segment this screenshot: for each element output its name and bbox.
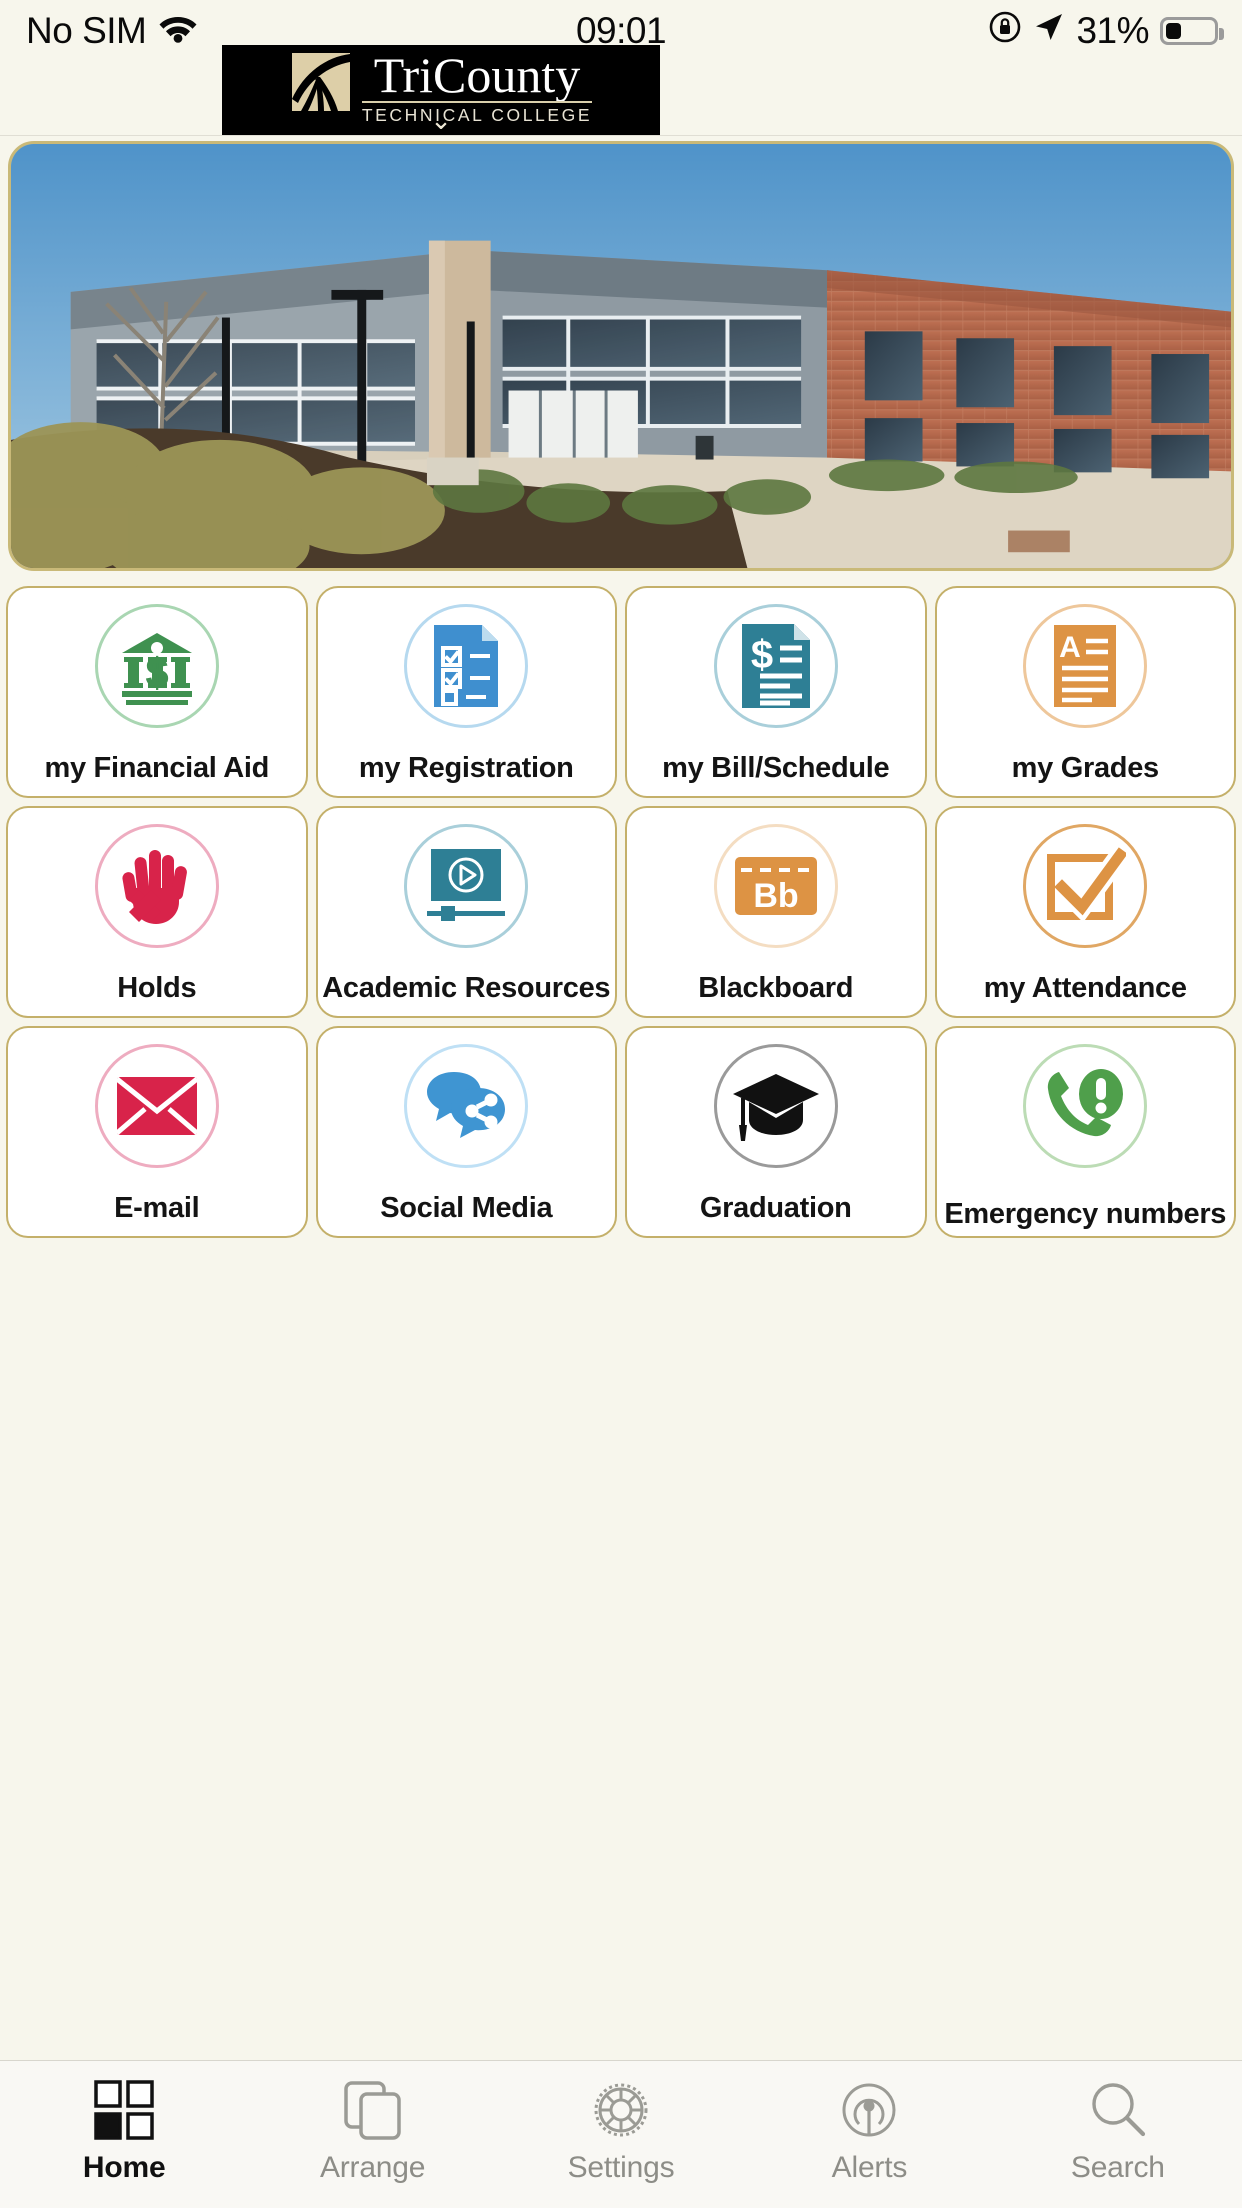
app-tile-grid: $ my Financial Aid my Registration $ my …: [6, 586, 1236, 1238]
tile-my-grades[interactable]: A my Grades: [934, 586, 1236, 798]
icon-ring: [404, 1044, 529, 1168]
svg-text:Bb: Bb: [753, 877, 798, 915]
tile-label: my Attendance: [983, 972, 1187, 1005]
tile-graduation[interactable]: Graduation: [625, 1026, 927, 1238]
tab-settings[interactable]: Settings: [497, 2061, 745, 2185]
tile-label: my Registration: [358, 752, 574, 785]
tile-label: Emergency numbers: [944, 1198, 1227, 1231]
tab-label: Settings: [567, 2151, 675, 2184]
tab-search[interactable]: Search: [994, 2061, 1242, 2185]
tile-label: Blackboard: [698, 972, 854, 1005]
tricounty-swoosh-icon: [290, 51, 352, 113]
tile-label: Holds: [117, 972, 197, 1005]
header-divider: [0, 135, 1242, 136]
icon-ring: A: [1023, 604, 1148, 728]
tab-home[interactable]: Home: [0, 2061, 248, 2185]
tile-label: Social Media: [380, 1192, 553, 1225]
tile-my-registration[interactable]: my Registration: [315, 586, 617, 798]
tile-label: my Financial Aid: [44, 752, 270, 785]
gear-icon: [589, 2079, 653, 2141]
tile-my-attendance[interactable]: my Attendance: [934, 806, 1236, 1018]
checklist-document-icon: [434, 625, 499, 707]
broadcast-signal-icon: [837, 2079, 901, 2141]
rotation-lock-icon: [988, 10, 1022, 53]
svg-text:A: A: [1059, 631, 1081, 664]
tile-blackboard[interactable]: Bb Blackboard: [625, 806, 927, 1018]
graduation-cap-icon: [732, 1074, 819, 1141]
tile-label: my Grades: [1011, 752, 1160, 785]
campus-building-photo[interactable]: [8, 141, 1234, 571]
status-bar-right: 31%: [988, 10, 1224, 53]
tile-label: my Bill/Schedule: [662, 752, 890, 785]
bottom-tab-bar: Home Arrange Settings Alerts Search: [0, 2060, 1242, 2208]
tab-label: Home: [82, 2151, 166, 2184]
tab-label: Search: [1070, 2151, 1165, 2184]
icon-ring: [404, 604, 529, 728]
tile-my-financial-aid[interactable]: $ my Financial Aid: [6, 586, 308, 798]
envelope-icon: [115, 1077, 199, 1135]
tab-label: Arrange: [319, 2151, 426, 2184]
checkbox-checked-icon: [1047, 847, 1127, 923]
grade-report-icon: A: [1054, 625, 1117, 707]
emergency-phone-icon: [1048, 1069, 1124, 1137]
location-arrow-icon: [1033, 10, 1065, 52]
app-logo-banner[interactable]: TriCounty TECHNICAL COLLEGE ⌄: [222, 45, 660, 135]
icon-ring: [1023, 1044, 1148, 1168]
magnifier-icon: [1086, 2079, 1150, 2141]
battery-icon: [1160, 17, 1224, 45]
svg-text:$: $: [145, 649, 168, 696]
logo-title: TriCounty: [373, 46, 581, 103]
tile-social-media[interactable]: Social Media: [315, 1026, 617, 1238]
tile-label: Academic Resources: [322, 972, 611, 1005]
tile-e-mail[interactable]: E-mail: [6, 1026, 308, 1238]
tile-label: Graduation: [699, 1192, 852, 1225]
icon-ring: $: [713, 604, 838, 728]
share-chat-bubbles-icon: [427, 1072, 506, 1138]
icon-ring: [94, 1044, 219, 1168]
tile-my-bill-schedule[interactable]: $ my Bill/Schedule: [625, 586, 927, 798]
chevron-down-icon[interactable]: ⌄: [222, 107, 660, 133]
icon-ring: [1023, 824, 1148, 948]
tab-arrange[interactable]: Arrange: [248, 2061, 496, 2185]
icon-ring: $: [94, 604, 219, 728]
icon-ring: Bb: [713, 824, 838, 948]
logo-divider: [361, 100, 593, 103]
svg-text:$: $: [751, 633, 773, 677]
battery-percent-label: 31%: [1076, 10, 1149, 51]
blackboard-bb-icon: Bb: [734, 857, 817, 915]
bank-dollar-icon: $: [121, 633, 192, 705]
icon-ring: [713, 1044, 838, 1168]
icon-ring: [404, 824, 529, 948]
tile-label: E-mail: [114, 1192, 200, 1225]
grid-squares-icon: [92, 2079, 156, 2141]
tab-label: Alerts: [831, 2151, 908, 2184]
stacked-pages-icon: [341, 2079, 405, 2141]
tile-holds[interactable]: Holds: [6, 806, 308, 1018]
invoice-dollar-icon: $: [741, 624, 810, 708]
tab-alerts[interactable]: Alerts: [745, 2061, 993, 2185]
icon-ring: [94, 824, 219, 948]
tile-academic-resources[interactable]: Academic Resources: [315, 806, 617, 1018]
tile-emergency-numbers[interactable]: Emergency numbers: [934, 1026, 1236, 1238]
video-player-icon: [427, 849, 506, 921]
stop-hand-icon: [122, 850, 187, 924]
